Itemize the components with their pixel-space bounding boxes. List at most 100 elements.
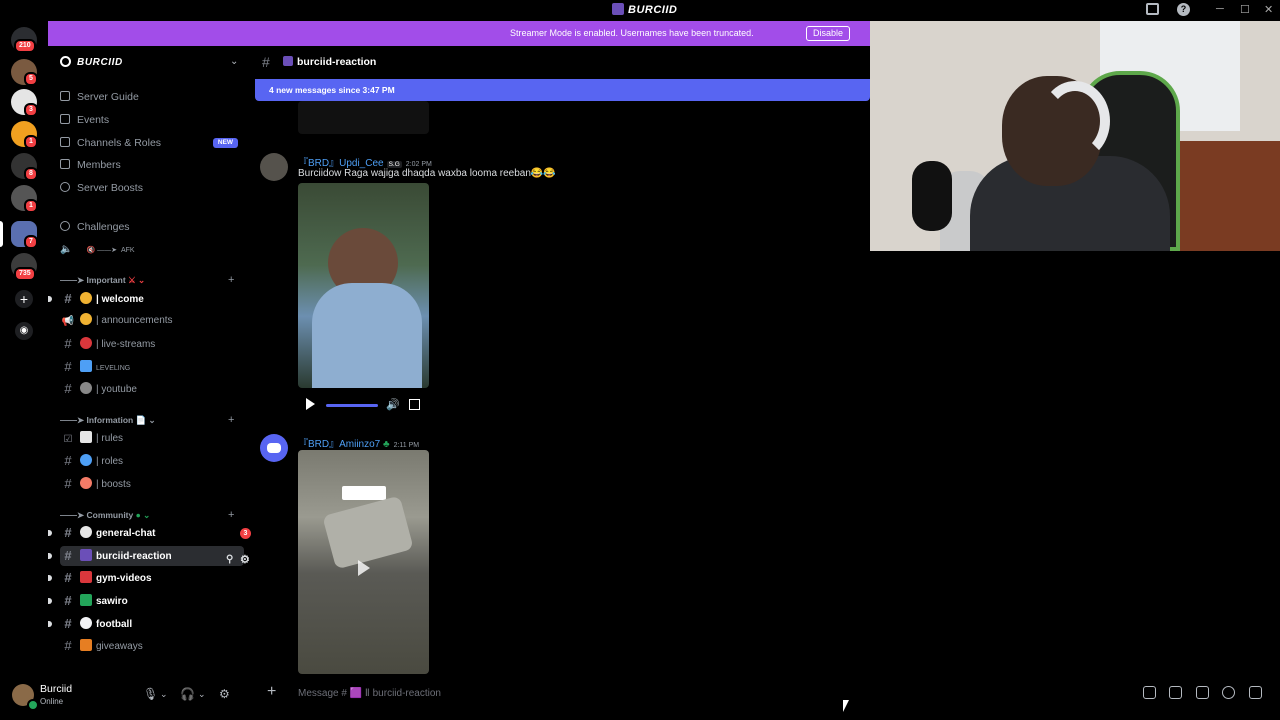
- minimize-button[interactable]: ─: [1216, 3, 1224, 15]
- server-badge: 3: [24, 103, 38, 117]
- add-attachment-icon[interactable]: +: [267, 683, 276, 701]
- discover-icon[interactable]: ◉: [15, 322, 33, 340]
- channel-welcome[interactable]: # | welcome: [48, 289, 244, 309]
- category-community[interactable]: ——➤ Community ● ⌄: [60, 510, 150, 521]
- video-attachment[interactable]: [298, 450, 429, 674]
- channels-roles-item[interactable]: Channels & Roles: [60, 134, 161, 152]
- megaphone-icon: 📢: [61, 316, 75, 327]
- video-attachment[interactable]: [298, 183, 429, 388]
- message-composer: + Message # 🟪 Ⅱ burciid-reaction: [255, 674, 1280, 720]
- unread-indicator: [48, 575, 52, 581]
- user-panel: Burciid Online 🎙 ⌄ 🎧 ⌄ ⚙: [0, 674, 255, 720]
- play-icon[interactable]: [358, 560, 370, 576]
- channel-sidebar: BURCIID ⌄ Server Guide Events Channels &…: [48, 46, 255, 674]
- guide-icon: [60, 91, 70, 101]
- members-item[interactable]: Members: [60, 156, 121, 174]
- speaker-icon: 🔈: [60, 244, 73, 255]
- home-badge: 210: [14, 39, 36, 53]
- add-channel-icon[interactable]: +: [228, 274, 234, 286]
- channel-leveling[interactable]: # LEVELING: [60, 357, 244, 377]
- microphone-icon[interactable]: 🎙: [143, 687, 158, 701]
- sticker-icon[interactable]: [1196, 686, 1209, 699]
- play-icon[interactable]: [306, 398, 315, 410]
- fullscreen-icon[interactable]: [409, 399, 420, 410]
- unread-indicator: [48, 621, 52, 627]
- channel-burciid-reaction[interactable]: # burciid-reaction ⚲ ⚙: [48, 546, 250, 566]
- add-channel-icon[interactable]: +: [228, 509, 234, 521]
- hash-icon: #: [64, 570, 72, 585]
- seek-bar[interactable]: [326, 404, 378, 407]
- channel-announcements[interactable]: 📢 | announcements: [60, 311, 244, 331]
- guild-icon: [60, 56, 71, 67]
- apps-icon[interactable]: [1249, 686, 1262, 699]
- channel-gym-videos[interactable]: # gym-videos: [48, 568, 244, 588]
- close-button[interactable]: ✕: [1264, 3, 1273, 16]
- channel-title: burciid-reaction: [283, 56, 376, 68]
- category-information[interactable]: ——➤ Information 📄 ⌄: [60, 415, 156, 426]
- mouse-cursor: [843, 700, 849, 712]
- channel-sawiro[interactable]: # sawiro: [48, 591, 244, 611]
- headphones-icon[interactable]: 🎧: [180, 687, 195, 701]
- video-frame-car: [322, 495, 414, 570]
- disable-button[interactable]: Disable: [806, 26, 850, 41]
- volume-icon[interactable]: 🔊: [386, 398, 400, 411]
- book-emoji: [80, 431, 92, 443]
- server-boosts-item[interactable]: Server Boosts: [60, 179, 143, 197]
- channel-live-streams[interactable]: # | live-streams: [60, 334, 244, 354]
- message-text: Burciidow Raga wajiga dhaqda waxba looma…: [298, 168, 556, 179]
- add-member-icon[interactable]: ⚲: [226, 550, 233, 570]
- rocket-emoji: [80, 477, 92, 489]
- channel-youtube[interactable]: # | youtube: [60, 379, 244, 399]
- up-emoji: [80, 360, 92, 372]
- channel-general-chat[interactable]: # general-chat 3: [48, 523, 251, 543]
- checkbox-icon: ☑: [63, 434, 73, 445]
- channel-rules[interactable]: ☑ | rules: [60, 429, 244, 449]
- chevron-down-icon[interactable]: ⌄: [198, 689, 206, 700]
- events-item[interactable]: Events: [60, 111, 109, 129]
- red-circle-emoji: [80, 337, 92, 349]
- inbox-icon[interactable]: [1146, 3, 1159, 15]
- gif-icon[interactable]: [1169, 686, 1182, 699]
- message-author[interactable]: 『BRD』Amiinzo7 ♣ 2:11 PM: [298, 435, 419, 450]
- chevron-down-icon[interactable]: ⌄: [230, 56, 238, 67]
- message-input[interactable]: Message # 🟪 Ⅱ burciid-reaction: [298, 688, 441, 699]
- help-icon[interactable]: ?: [1177, 3, 1190, 16]
- category-important[interactable]: ——➤ Important ⚔ ⌄: [60, 275, 145, 286]
- discord-avatar[interactable]: [260, 434, 288, 462]
- message-author[interactable]: 『BRD』Updi_Cee S.G 2:02 PM: [298, 154, 432, 169]
- challenges-item[interactable]: Challenges: [60, 218, 130, 236]
- hash-icon: #: [64, 593, 72, 608]
- hash-icon: #: [64, 381, 72, 396]
- webcam-headset: [1040, 81, 1110, 161]
- avatar[interactable]: [260, 153, 288, 181]
- channel-football[interactable]: # football: [48, 614, 244, 634]
- hash-icon: #: [64, 638, 72, 653]
- challenges-icon: [60, 221, 70, 231]
- emoji-icon[interactable]: [1222, 686, 1235, 699]
- gear-icon[interactable]: ⚙: [240, 550, 250, 570]
- add-server-icon[interactable]: +: [15, 290, 33, 308]
- hash-icon: #: [64, 453, 72, 468]
- afk-voice-channel[interactable]: 🔈 🔇 ——➤ AFK: [60, 241, 135, 259]
- chevron-down-icon[interactable]: ⌄: [160, 689, 168, 700]
- guild-header[interactable]: BURCIID: [60, 56, 123, 68]
- channel-emoji: [283, 56, 293, 66]
- hash-icon: #: [64, 616, 72, 631]
- add-channel-icon[interactable]: +: [228, 414, 234, 426]
- settings-gear-icon[interactable]: ⚙: [219, 687, 230, 701]
- leaf-icon: ♣: [383, 439, 390, 450]
- gift-icon[interactable]: [1143, 686, 1156, 699]
- previous-video-thumbnail[interactable]: [298, 101, 429, 134]
- channel-boosts[interactable]: # | boosts: [60, 474, 244, 494]
- channel-giveaways[interactable]: # giveaways: [60, 636, 244, 656]
- online-status-dot: [27, 699, 39, 711]
- hash-icon: #: [64, 359, 72, 374]
- avatar[interactable]: [12, 684, 39, 711]
- server-badge: 1: [24, 199, 38, 213]
- channels-icon: [60, 137, 70, 147]
- server-guide-item[interactable]: Server Guide: [60, 88, 139, 106]
- channel-roles[interactable]: # | roles: [60, 451, 244, 471]
- new-messages-bar[interactable]: 4 new messages since 3:47 PM: [255, 79, 870, 101]
- maximize-button[interactable]: ☐: [1240, 3, 1250, 16]
- football-emoji: [80, 617, 92, 629]
